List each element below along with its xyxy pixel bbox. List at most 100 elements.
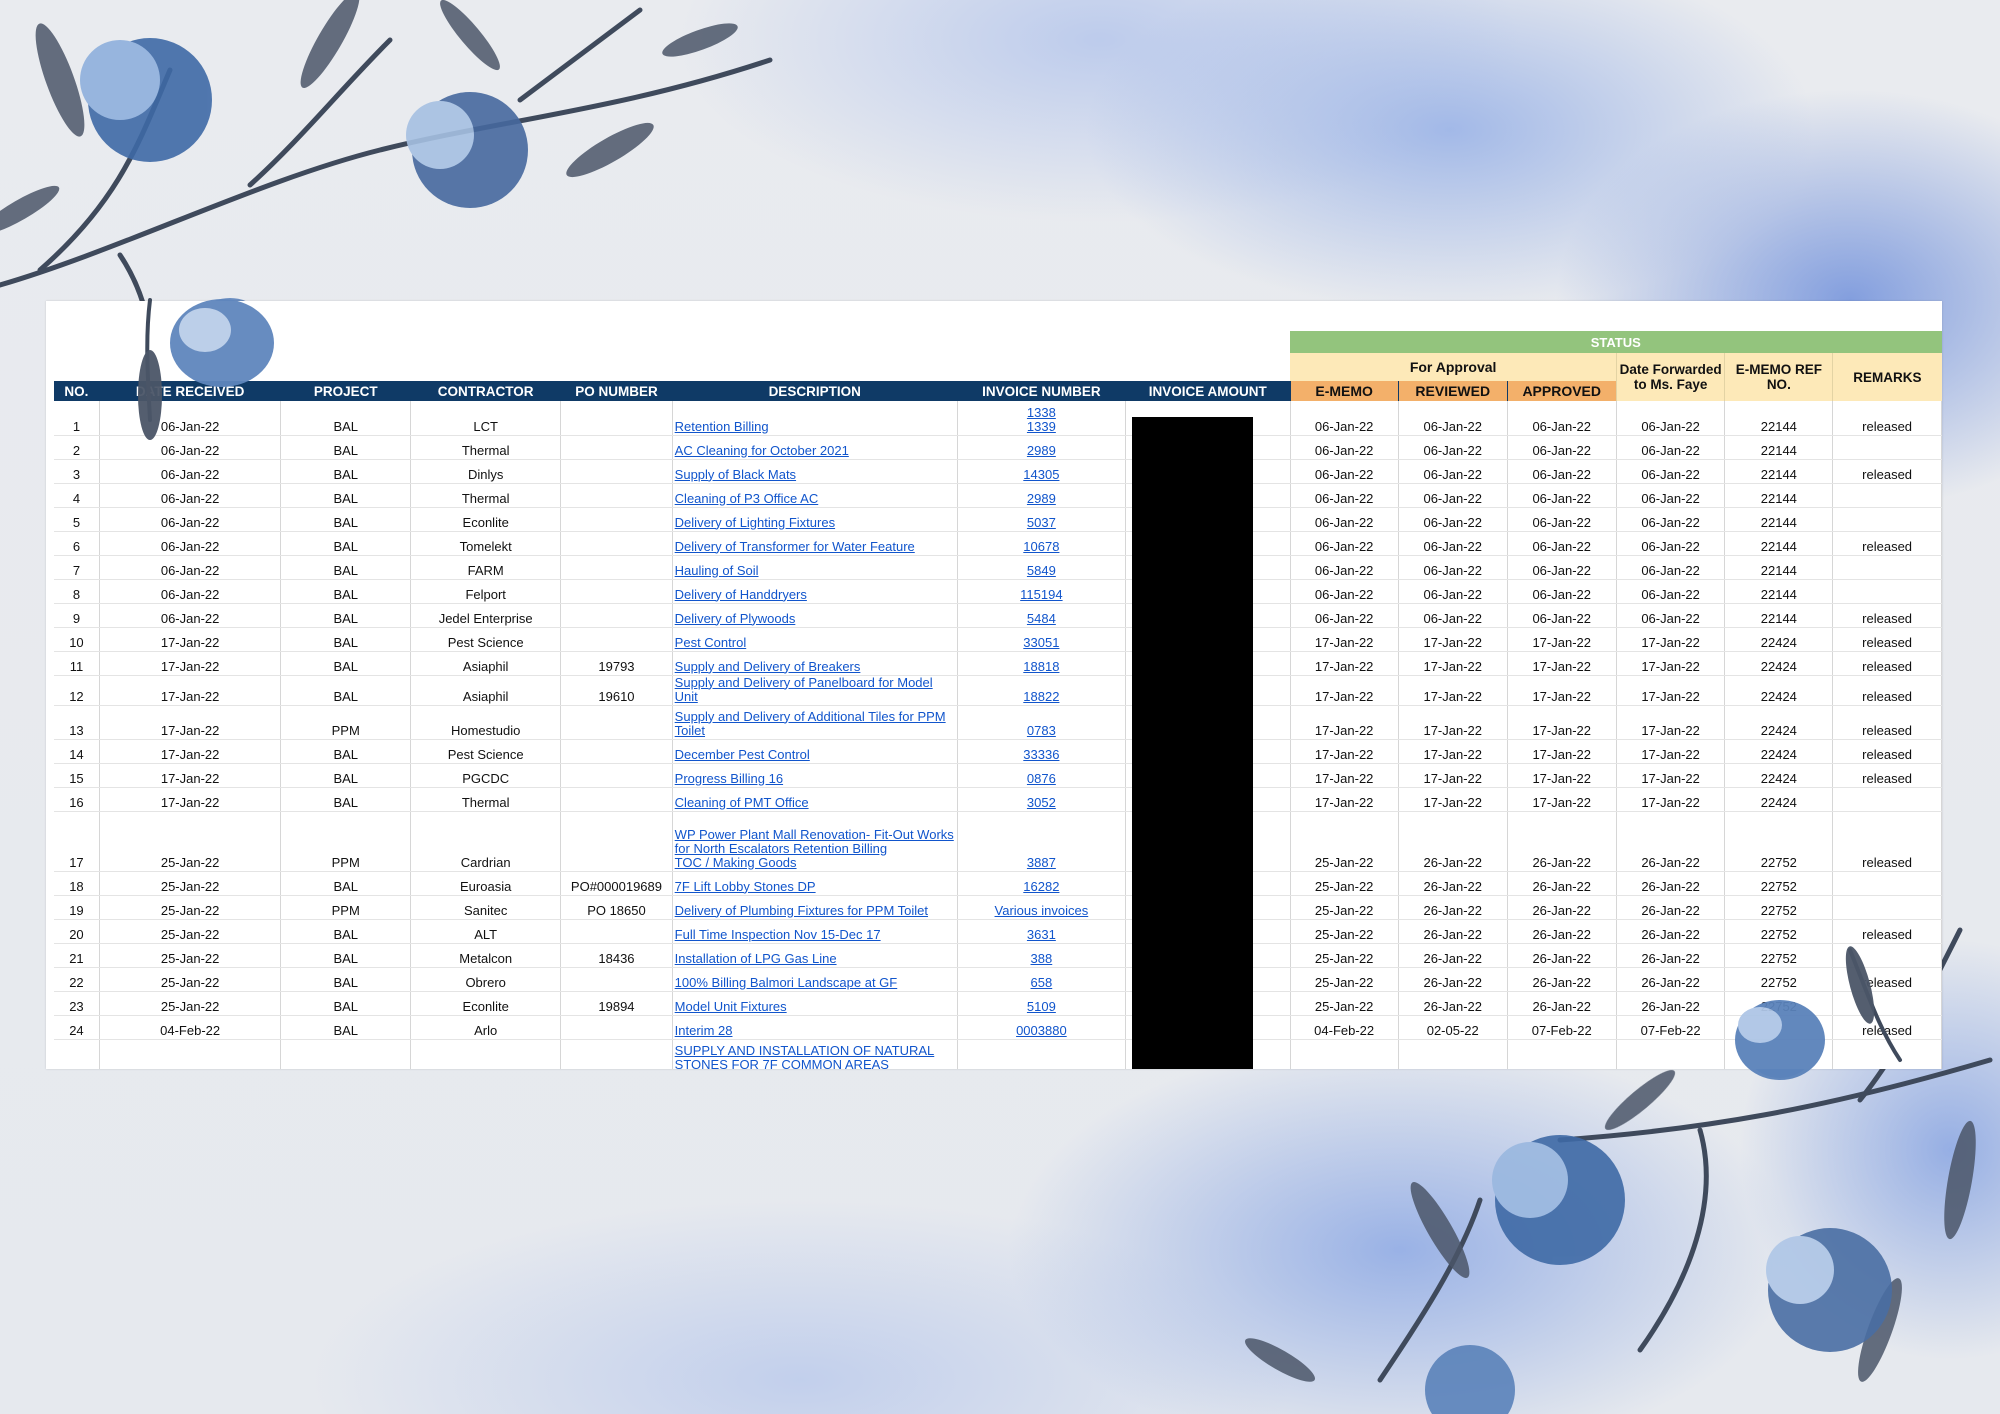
description-cell[interactable]: Installation of LPG Gas Line <box>672 943 958 968</box>
description-link[interactable]: Full Time Inspection Nov 15-Dec 17 <box>675 927 881 942</box>
description-link[interactable]: Delivery of Plywoods <box>675 611 796 626</box>
invoice-number-cell[interactable]: 5849 <box>957 555 1127 580</box>
description-cell[interactable]: Model Unit Fixtures <box>672 991 958 1016</box>
invoice-number-cell[interactable]: 115194 <box>957 579 1127 604</box>
invoice-number-link[interactable]: 2989 <box>1027 443 1056 458</box>
invoice-number-link[interactable]: 0003880 <box>1016 1023 1067 1038</box>
invoice-number-link[interactable]: 1338 1339 <box>1027 405 1056 434</box>
invoice-number-link[interactable]: 3887 <box>1027 855 1056 870</box>
invoice-number-cell[interactable]: 0783 <box>957 705 1127 740</box>
description-link[interactable]: SUPPLY AND INSTALLATION OF NATURAL STONE… <box>675 1043 936 1069</box>
invoice-number-cell[interactable]: 33336 <box>957 739 1127 764</box>
invoice-number-link[interactable]: 658 <box>1031 975 1053 990</box>
invoice-number-cell[interactable]: 18822 <box>957 675 1127 706</box>
invoice-number-cell[interactable]: 388 <box>957 943 1127 968</box>
description-cell[interactable]: WP Power Plant Mall Renovation- Fit-Out … <box>672 811 958 872</box>
invoice-number-cell[interactable]: 2989 <box>957 435 1127 460</box>
invoice-number-link[interactable]: Various invoices <box>995 903 1089 918</box>
invoice-number-cell[interactable]: 2989 <box>957 483 1127 508</box>
description-link[interactable]: Delivery of Lighting Fixtures <box>675 515 835 530</box>
invoice-number-cell[interactable]: 3631 <box>957 919 1127 944</box>
invoice-number-link[interactable]: 2989 <box>1027 491 1056 506</box>
description-link[interactable]: Interim 28 <box>675 1023 733 1038</box>
description-cell[interactable]: 7F Lift Lobby Stones DP <box>672 871 958 896</box>
invoice-number-cell[interactable]: 658 <box>957 967 1127 992</box>
description-link[interactable]: 100% Billing Balmori Landscape at GF <box>675 975 898 990</box>
description-link[interactable]: WP Power Plant Mall Renovation- Fit-Out … <box>675 827 954 870</box>
invoice-number-link[interactable]: 3631 <box>1027 927 1056 942</box>
invoice-number-link[interactable]: 14305 <box>1023 467 1059 482</box>
invoice-number-cell[interactable]: Various invoices <box>957 895 1127 920</box>
invoice-number-cell[interactable]: 3887 <box>957 811 1127 872</box>
invoice-number-cell[interactable]: 5484 <box>957 603 1127 628</box>
invoice-number-link[interactable]: 0783 <box>1027 723 1056 738</box>
description-link[interactable]: Delivery of Plumbing Fixtures for PPM To… <box>675 903 928 918</box>
description-cell[interactable]: Cleaning of P3 Office AC <box>672 483 958 508</box>
invoice-number-link[interactable]: 5484 <box>1027 611 1056 626</box>
description-link[interactable]: Cleaning of P3 Office AC <box>675 491 819 506</box>
description-link[interactable]: Model Unit Fixtures <box>675 999 787 1014</box>
description-cell[interactable]: Supply and Delivery of Additional Tiles … <box>672 705 958 740</box>
description-link[interactable]: Progress Billing 16 <box>675 771 783 786</box>
invoice-number-cell[interactable]: 0876 <box>957 763 1127 788</box>
description-link[interactable]: AC Cleaning for October 2021 <box>675 443 849 458</box>
description-link[interactable]: Supply of Black Mats <box>675 467 796 482</box>
description-cell[interactable]: Supply of Black Mats <box>672 459 958 484</box>
description-cell[interactable]: SUPPLY AND INSTALLATION OF NATURAL STONE… <box>672 1039 958 1069</box>
description-cell[interactable]: Delivery of Lighting Fixtures <box>672 507 958 532</box>
invoice-number-link[interactable]: 33051 <box>1023 635 1059 650</box>
invoice-number-cell[interactable]: 33051 <box>957 627 1127 652</box>
invoice-number-link[interactable]: 0876 <box>1027 771 1056 786</box>
description-cell[interactable]: Supply and Delivery of Panelboard for Mo… <box>672 675 958 706</box>
invoice-number-link[interactable]: 5037 <box>1027 515 1056 530</box>
description-link[interactable]: Supply and Delivery of Panelboard for Mo… <box>675 675 933 704</box>
invoice-number-link[interactable]: 18822 <box>1023 689 1059 704</box>
description-cell[interactable]: Hauling of Soil <box>672 555 958 580</box>
invoice-number-cell[interactable]: 3052 <box>957 787 1127 812</box>
description-link[interactable]: Delivery of Handdryers <box>675 587 807 602</box>
description-link[interactable]: 7F Lift Lobby Stones DP <box>675 879 816 894</box>
description-cell[interactable]: AC Cleaning for October 2021 <box>672 435 958 460</box>
invoice-number-link[interactable]: 5849 <box>1027 563 1056 578</box>
invoice-number-link[interactable]: 18818 <box>1023 659 1059 674</box>
description-link[interactable]: Supply and Delivery of Breakers <box>675 659 861 674</box>
description-cell[interactable]: December Pest Control <box>672 739 958 764</box>
invoice-number-cell[interactable]: 16332 <box>957 1039 1127 1069</box>
description-cell[interactable]: 100% Billing Balmori Landscape at GF <box>672 967 958 992</box>
forwarded-date-cell: 26-Jan-22 <box>1641 902 1700 918</box>
description-cell[interactable]: Delivery of Plumbing Fixtures for PPM To… <box>672 895 958 920</box>
invoice-number-link[interactable]: 5109 <box>1027 999 1056 1014</box>
description-cell[interactable]: Progress Billing 16 <box>672 763 958 788</box>
description-link[interactable]: Installation of LPG Gas Line <box>675 951 837 966</box>
invoice-number-link[interactable]: 16282 <box>1023 879 1059 894</box>
invoice-number-cell[interactable]: 1338 1339 <box>957 401 1127 436</box>
description-cell[interactable]: Delivery of Transformer for Water Featur… <box>672 531 958 556</box>
description-cell[interactable]: Cleaning of PMT Office <box>672 787 958 812</box>
invoice-number-link[interactable]: 33336 <box>1023 747 1059 762</box>
description-cell[interactable]: Delivery of Handdryers <box>672 579 958 604</box>
description-link[interactable]: Delivery of Transformer for Water Featur… <box>675 539 915 554</box>
description-link[interactable]: December Pest Control <box>675 747 810 762</box>
description-link[interactable]: Supply and Delivery of Additional Tiles … <box>675 709 946 738</box>
description-cell[interactable]: Retention Billing <box>672 401 958 436</box>
description-cell[interactable]: Pest Control <box>672 627 958 652</box>
description-link[interactable]: Retention Billing <box>675 419 769 434</box>
description-cell[interactable]: Supply and Delivery of Breakers <box>672 651 958 676</box>
description-link[interactable]: Hauling of Soil <box>675 563 759 578</box>
invoice-number-cell[interactable]: 14305 <box>957 459 1127 484</box>
invoice-number-link[interactable]: 10678 <box>1023 539 1059 554</box>
invoice-number-cell[interactable]: 10678 <box>957 531 1127 556</box>
description-link[interactable]: Pest Control <box>675 635 747 650</box>
invoice-number-cell[interactable]: 16282 <box>957 871 1127 896</box>
description-cell[interactable]: Full Time Inspection Nov 15-Dec 17 <box>672 919 958 944</box>
description-cell[interactable]: Interim 28 <box>672 1015 958 1040</box>
invoice-number-cell[interactable]: 0003880 <box>957 1015 1127 1040</box>
invoice-number-link[interactable]: 388 <box>1031 951 1053 966</box>
invoice-number-cell[interactable]: 18818 <box>957 651 1127 676</box>
invoice-number-link[interactable]: 115194 <box>1020 587 1062 602</box>
description-cell[interactable]: Delivery of Plywoods <box>672 603 958 628</box>
invoice-number-cell[interactable]: 5037 <box>957 507 1127 532</box>
invoice-number-cell[interactable]: 5109 <box>957 991 1127 1016</box>
description-link[interactable]: Cleaning of PMT Office <box>675 795 809 810</box>
invoice-number-link[interactable]: 3052 <box>1027 795 1056 810</box>
